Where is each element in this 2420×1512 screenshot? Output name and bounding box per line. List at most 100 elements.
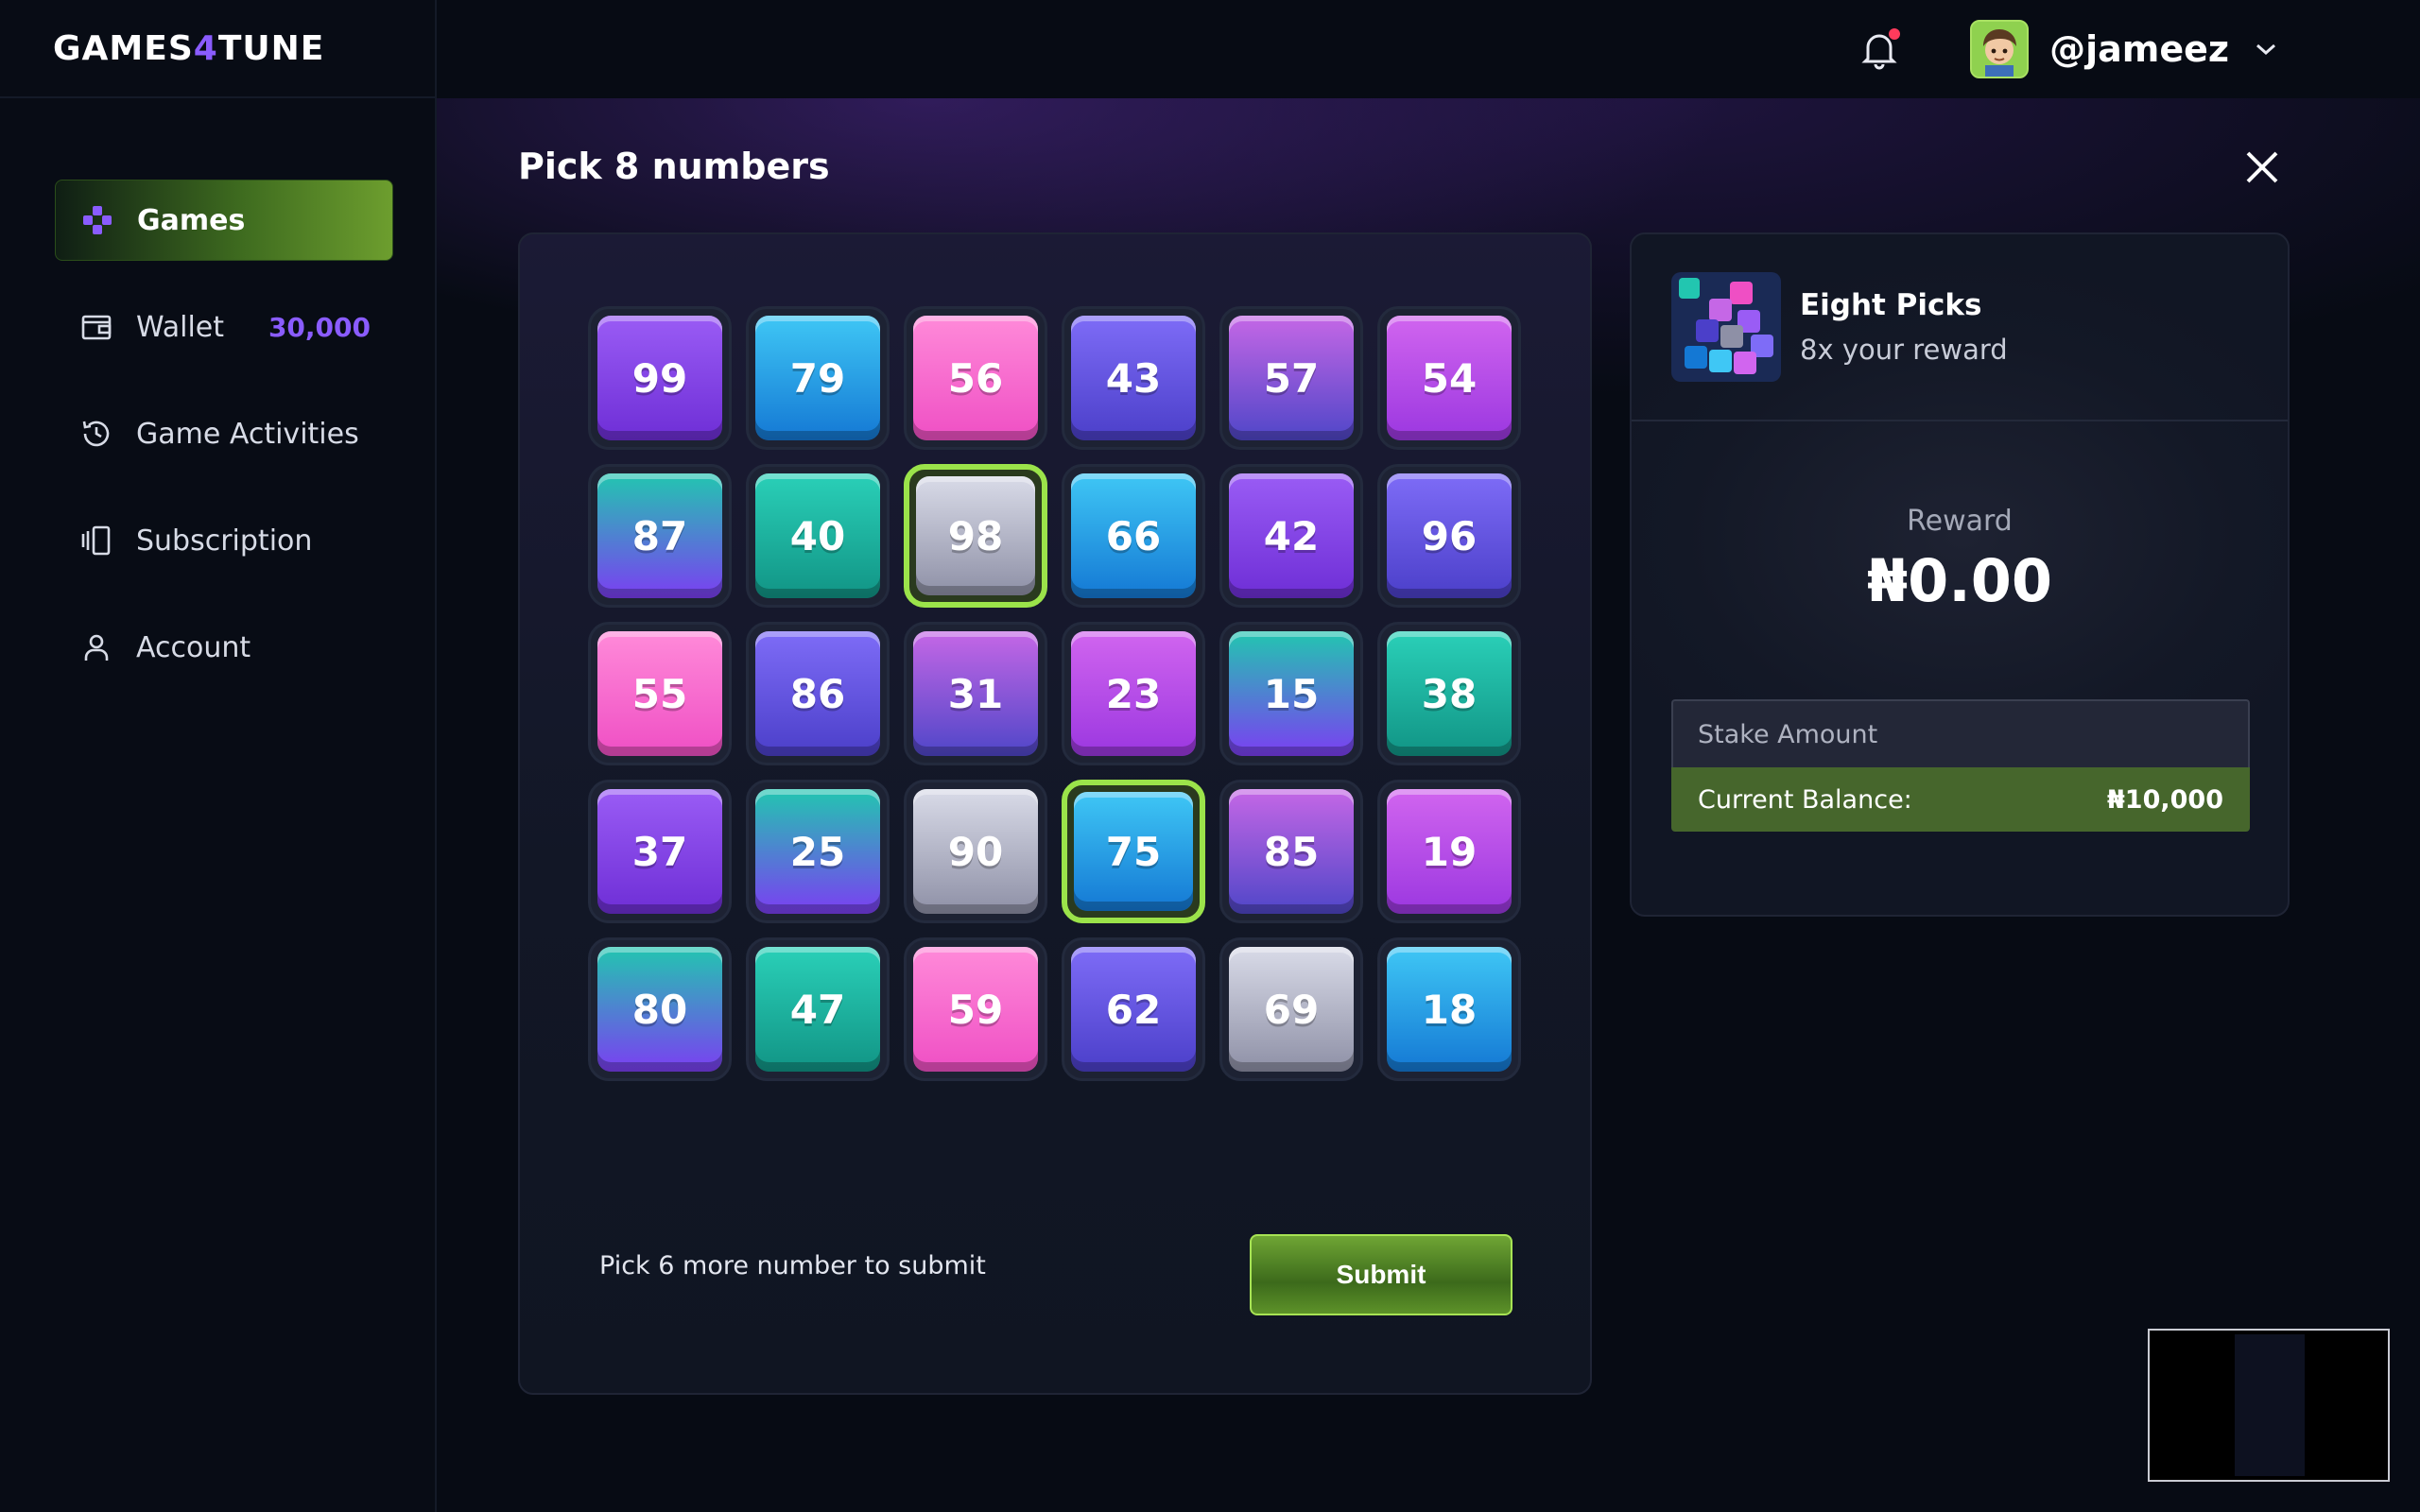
history-icon (78, 415, 115, 453)
sidebar: GAMES4TUNE Games Wallet 30,000 Game Acti… (0, 0, 437, 1512)
logo-tail: TUNE (217, 28, 325, 68)
number-cell[interactable]: 96 (1377, 464, 1521, 608)
number-tile: 31 (913, 631, 1038, 756)
user-menu[interactable]: @jameez (1970, 20, 2278, 78)
number-tile: 37 (597, 789, 722, 914)
logo-main: GAMES (53, 28, 194, 68)
number-cell[interactable]: 90 (904, 780, 1047, 923)
number-cell[interactable]: 37 (588, 780, 732, 923)
number-cell[interactable]: 69 (1219, 937, 1363, 1081)
number-cell[interactable]: 85 (1219, 780, 1363, 923)
number-cell[interactable]: 15 (1219, 622, 1363, 765)
reward-value: ₦0.00 (1866, 546, 2053, 615)
submit-button[interactable]: Submit (1250, 1234, 1512, 1315)
user-icon (78, 628, 115, 666)
number-tile: 42 (1229, 473, 1354, 598)
number-cell[interactable]: 79 (746, 306, 890, 450)
number-tile: 75 (1074, 792, 1193, 911)
number-tile: 55 (597, 631, 722, 756)
number-cell[interactable]: 23 (1062, 622, 1205, 765)
number-cell[interactable]: 55 (588, 622, 732, 765)
number-cell[interactable]: 75 (1062, 780, 1205, 923)
gamepad-icon (78, 201, 116, 239)
username: @jameez (2049, 28, 2229, 70)
sidebar-item-account[interactable]: Account (55, 607, 393, 688)
number-tile: 54 (1387, 316, 1512, 440)
number-cell[interactable]: 40 (746, 464, 890, 608)
number-cell[interactable]: 25 (746, 780, 890, 923)
number-cell[interactable]: 62 (1062, 937, 1205, 1081)
number-cell[interactable]: 56 (904, 306, 1047, 450)
number-tile: 99 (597, 316, 722, 440)
logo[interactable]: GAMES4TUNE (53, 29, 324, 68)
number-cell[interactable]: 59 (904, 937, 1047, 1081)
avatar (1970, 20, 2030, 78)
number-tile: 98 (916, 476, 1035, 595)
number-cell[interactable]: 87 (588, 464, 732, 608)
sidebar-item-label: Games (137, 203, 246, 237)
game-info: Eight Picks 8x your reward (1800, 288, 2008, 366)
number-tile: 57 (1229, 316, 1354, 440)
balance-value: ₦10,000 (2107, 784, 2223, 815)
number-tile: 80 (597, 947, 722, 1072)
number-tile: 59 (913, 947, 1038, 1072)
number-tile: 86 (755, 631, 880, 756)
number-tile: 90 (913, 789, 1038, 914)
sidebar-item-game-activities[interactable]: Game Activities (55, 393, 393, 474)
game-name: Eight Picks (1800, 288, 1982, 322)
top-bar: @jameez (437, 0, 2420, 98)
logo-bar: GAMES4TUNE (0, 0, 435, 98)
number-tile: 47 (755, 947, 880, 1072)
reward-label: Reward (1907, 505, 2013, 538)
close-icon (2246, 151, 2278, 183)
app-root: GAMES4TUNE Games Wallet 30,000 Game Acti… (0, 0, 2420, 1512)
number-cell[interactable]: 18 (1377, 937, 1521, 1081)
sidebar-item-label: Account (136, 630, 251, 664)
sidebar-item-games[interactable]: Games (55, 180, 393, 261)
number-tile: 66 (1071, 473, 1196, 598)
number-tile: 40 (755, 473, 880, 598)
number-cell[interactable]: 54 (1377, 306, 1521, 450)
stake-amount-input[interactable] (1698, 701, 2248, 767)
sidebar-item-subscription[interactable]: Subscription (55, 500, 393, 581)
reward-panel: Eight Picks 8x your reward Reward ₦0.00 … (1630, 232, 2290, 917)
number-board-panel: 99 79 56 43 57 54 87 40 98 66 42 96 55 86 31 23 15 38 37 25… (518, 232, 1592, 1395)
balance-label: Current Balance: (1698, 784, 1912, 815)
number-cell[interactable]: 80 (588, 937, 732, 1081)
subscription-icon (78, 522, 115, 559)
number-cell[interactable]: 42 (1219, 464, 1363, 608)
number-tile: 19 (1387, 789, 1512, 914)
number-cell[interactable]: 19 (1377, 780, 1521, 923)
number-cell[interactable]: 47 (746, 937, 890, 1081)
number-cell[interactable]: 98 (904, 464, 1047, 608)
game-subtitle: 8x your reward (1800, 334, 2008, 366)
number-cell[interactable]: 66 (1062, 464, 1205, 608)
sidebar-item-wallet[interactable]: Wallet 30,000 (55, 286, 393, 368)
chevron-down-icon[interactable] (2254, 41, 2278, 58)
number-tile: 43 (1071, 316, 1196, 440)
game-thumbnail (1671, 272, 1781, 382)
game-header: Eight Picks 8x your reward (1632, 234, 2288, 421)
number-cell[interactable]: 43 (1062, 306, 1205, 450)
pick-hint: Pick 6 more number to submit (599, 1251, 986, 1280)
logo-accent: 4 (193, 28, 218, 68)
current-balance-bar: Current Balance: ₦10,000 (1671, 767, 2250, 832)
screen-preview-thumbnail[interactable] (2148, 1329, 2390, 1482)
number-cell[interactable]: 31 (904, 622, 1047, 765)
number-cell[interactable]: 38 (1377, 622, 1521, 765)
number-tile: 69 (1229, 947, 1354, 1072)
sidebar-nav: Games Wallet 30,000 Game Activities Subs… (0, 98, 435, 688)
number-tile: 25 (755, 789, 880, 914)
notification-button[interactable] (1860, 28, 1902, 70)
notification-dot (1889, 28, 1901, 40)
number-cell[interactable]: 57 (1219, 306, 1363, 450)
stake-amount-field[interactable] (1671, 699, 2250, 767)
page-title: Pick 8 numbers (518, 146, 830, 187)
number-cell[interactable]: 99 (588, 306, 732, 450)
close-button[interactable] (2237, 142, 2288, 193)
number-tile: 62 (1071, 947, 1196, 1072)
wallet-balance-badge: 30,000 (268, 311, 371, 343)
number-cell[interactable]: 86 (746, 622, 890, 765)
number-tile: 38 (1387, 631, 1512, 756)
number-tile: 56 (913, 316, 1038, 440)
